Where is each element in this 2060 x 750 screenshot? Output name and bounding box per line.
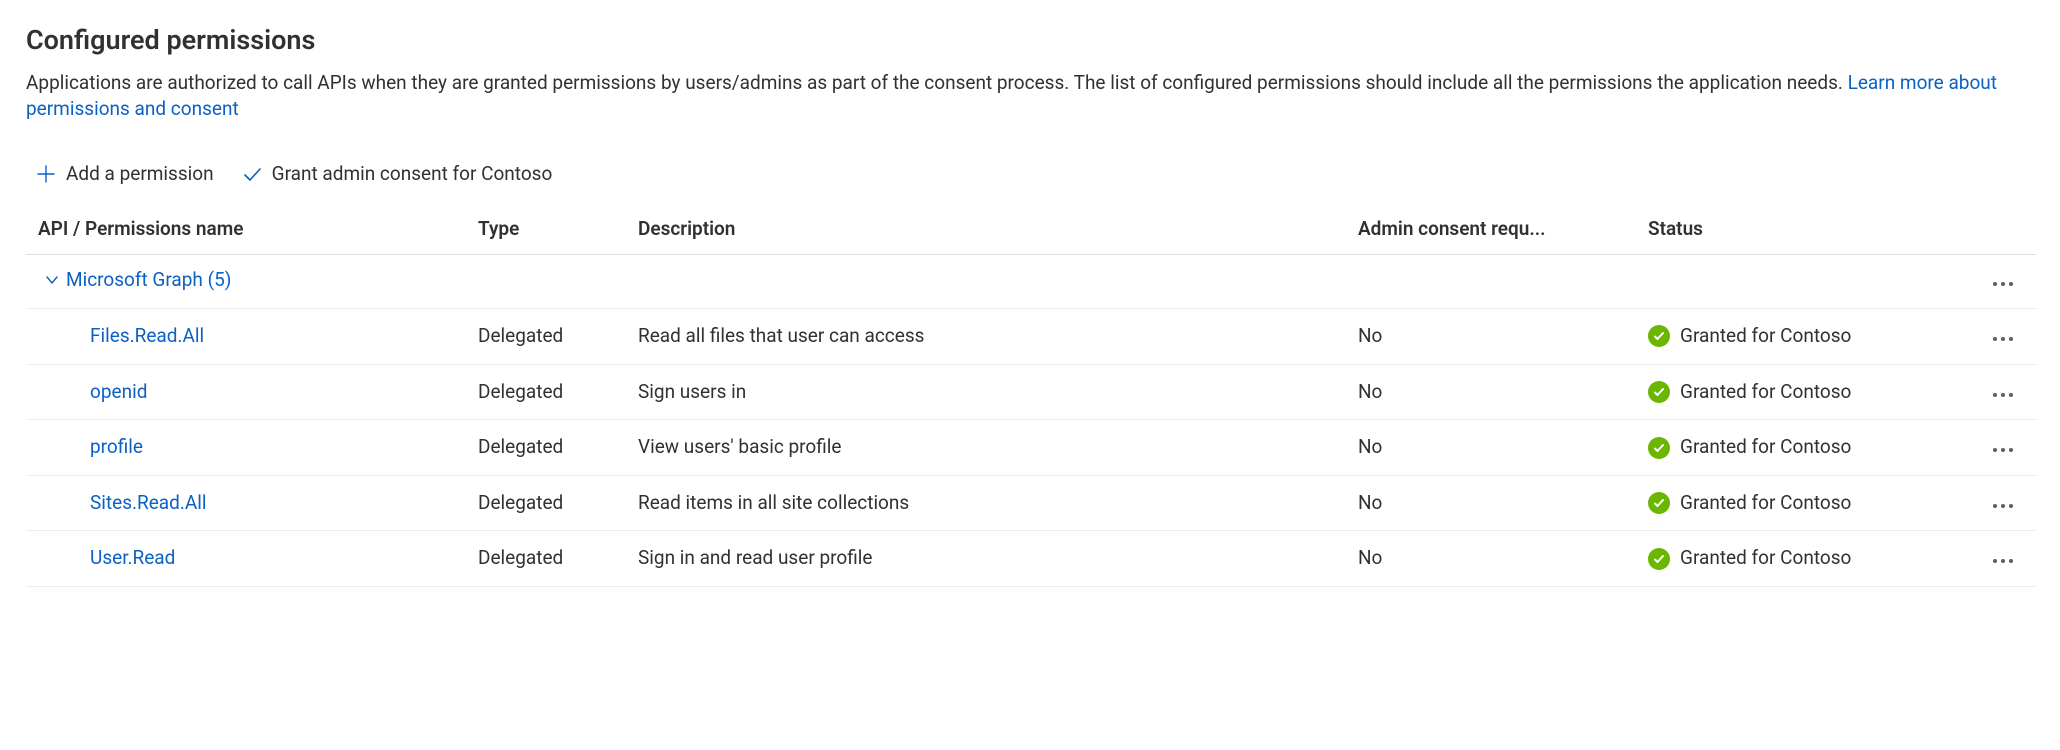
checkmark-icon [242,164,262,184]
permission-type: Delegated [466,475,626,531]
check-circle-icon [1648,381,1670,403]
permission-status: Granted for Contoso [1648,379,1964,406]
row-more-button[interactable] [1988,554,2018,568]
row-more-button[interactable] [1988,443,2018,457]
group-more-button[interactable] [1988,277,2018,291]
api-group-toggle[interactable]: Microsoft Graph (5) [44,267,231,294]
permission-description: View users' basic profile [626,420,1346,476]
page-title: Configured permissions [26,22,2034,60]
permission-name-link[interactable]: User.Read [90,546,175,569]
check-circle-icon [1648,325,1670,347]
table-row: profile Delegated View users' basic prof… [26,420,2036,476]
api-group-label: Microsoft Graph (5) [66,267,231,294]
row-more-button[interactable] [1988,499,2018,513]
check-circle-icon [1648,437,1670,459]
permission-status: Granted for Contoso [1648,434,1964,461]
permission-type: Delegated [466,531,626,587]
page-subtitle: Applications are authorized to call APIs… [26,70,2026,123]
grant-consent-button[interactable]: Grant admin consent for Contoso [240,157,555,192]
permission-status-text: Granted for Contoso [1680,434,1851,461]
toolbar: Add a permission Grant admin consent for… [26,151,2034,206]
col-header-type[interactable]: Type [466,206,626,255]
permission-description: Sign users in [626,364,1346,420]
add-permission-button[interactable]: Add a permission [34,157,216,192]
permission-consent: No [1346,309,1636,365]
permission-status: Granted for Contoso [1648,323,1964,350]
row-more-button[interactable] [1988,388,2018,402]
permission-name-link[interactable]: Files.Read.All [90,324,204,347]
plus-icon [36,164,56,184]
permission-description: Read all files that user can access [626,309,1346,365]
table-header-row: API / Permissions name Type Description … [26,206,2036,255]
permission-description: Sign in and read user profile [626,531,1346,587]
permission-status-text: Granted for Contoso [1680,379,1851,406]
check-circle-icon [1648,548,1670,570]
add-permission-label: Add a permission [66,161,214,188]
row-more-button[interactable] [1988,332,2018,346]
permission-consent: No [1346,364,1636,420]
permission-name-link[interactable]: profile [90,435,143,458]
permission-type: Delegated [466,420,626,476]
permission-status-text: Granted for Contoso [1680,545,1851,572]
subtitle-text: Applications are authorized to call APIs… [26,71,1848,94]
permissions-table: API / Permissions name Type Description … [26,206,2036,587]
permission-name-link[interactable]: openid [90,380,147,403]
permission-status: Granted for Contoso [1648,490,1964,517]
permission-status: Granted for Contoso [1648,545,1964,572]
table-row: Sites.Read.All Delegated Read items in a… [26,475,2036,531]
api-group-row[interactable]: Microsoft Graph (5) [26,255,2036,309]
permission-status-text: Granted for Contoso [1680,323,1851,350]
col-header-status[interactable]: Status [1636,206,1976,255]
permission-description: Read items in all site collections [626,475,1346,531]
table-row: openid Delegated Sign users in No Grante… [26,364,2036,420]
col-header-api[interactable]: API / Permissions name [26,206,466,255]
permission-status-text: Granted for Contoso [1680,490,1851,517]
col-header-consent[interactable]: Admin consent requ... [1346,206,1636,255]
permission-consent: No [1346,420,1636,476]
table-row: Files.Read.All Delegated Read all files … [26,309,2036,365]
grant-consent-label: Grant admin consent for Contoso [272,161,553,188]
permission-consent: No [1346,531,1636,587]
chevron-down-icon [44,272,60,288]
table-row: User.Read Delegated Sign in and read use… [26,531,2036,587]
permission-consent: No [1346,475,1636,531]
permission-name-link[interactable]: Sites.Read.All [90,491,207,514]
col-header-actions [1976,206,2036,255]
permission-type: Delegated [466,364,626,420]
check-circle-icon [1648,492,1670,514]
permission-type: Delegated [466,309,626,365]
col-header-description[interactable]: Description [626,206,1346,255]
